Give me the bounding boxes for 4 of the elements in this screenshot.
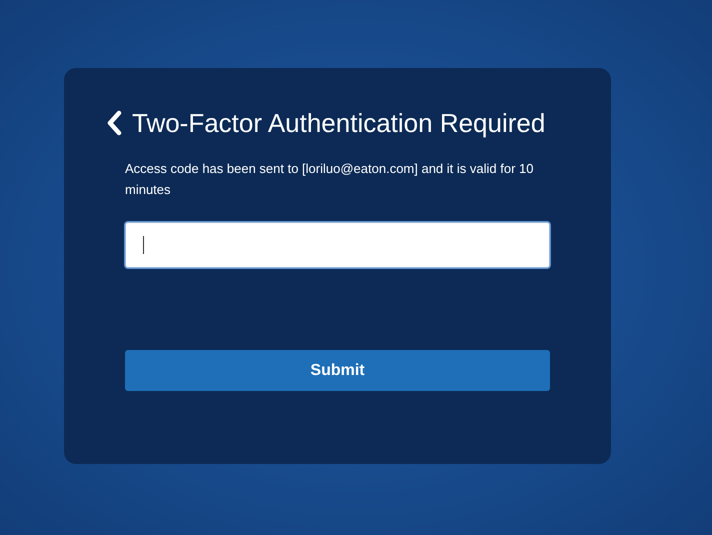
instruction-text: Access code has been sent to [loriluo@eaton.com] and it is valid for 10 minutes — [125, 160, 534, 199]
submit-button[interactable]: Submit — [125, 350, 550, 391]
dialog-title: Two-Factor Authentication Required — [132, 107, 546, 139]
access-code-field[interactable] — [125, 222, 550, 268]
